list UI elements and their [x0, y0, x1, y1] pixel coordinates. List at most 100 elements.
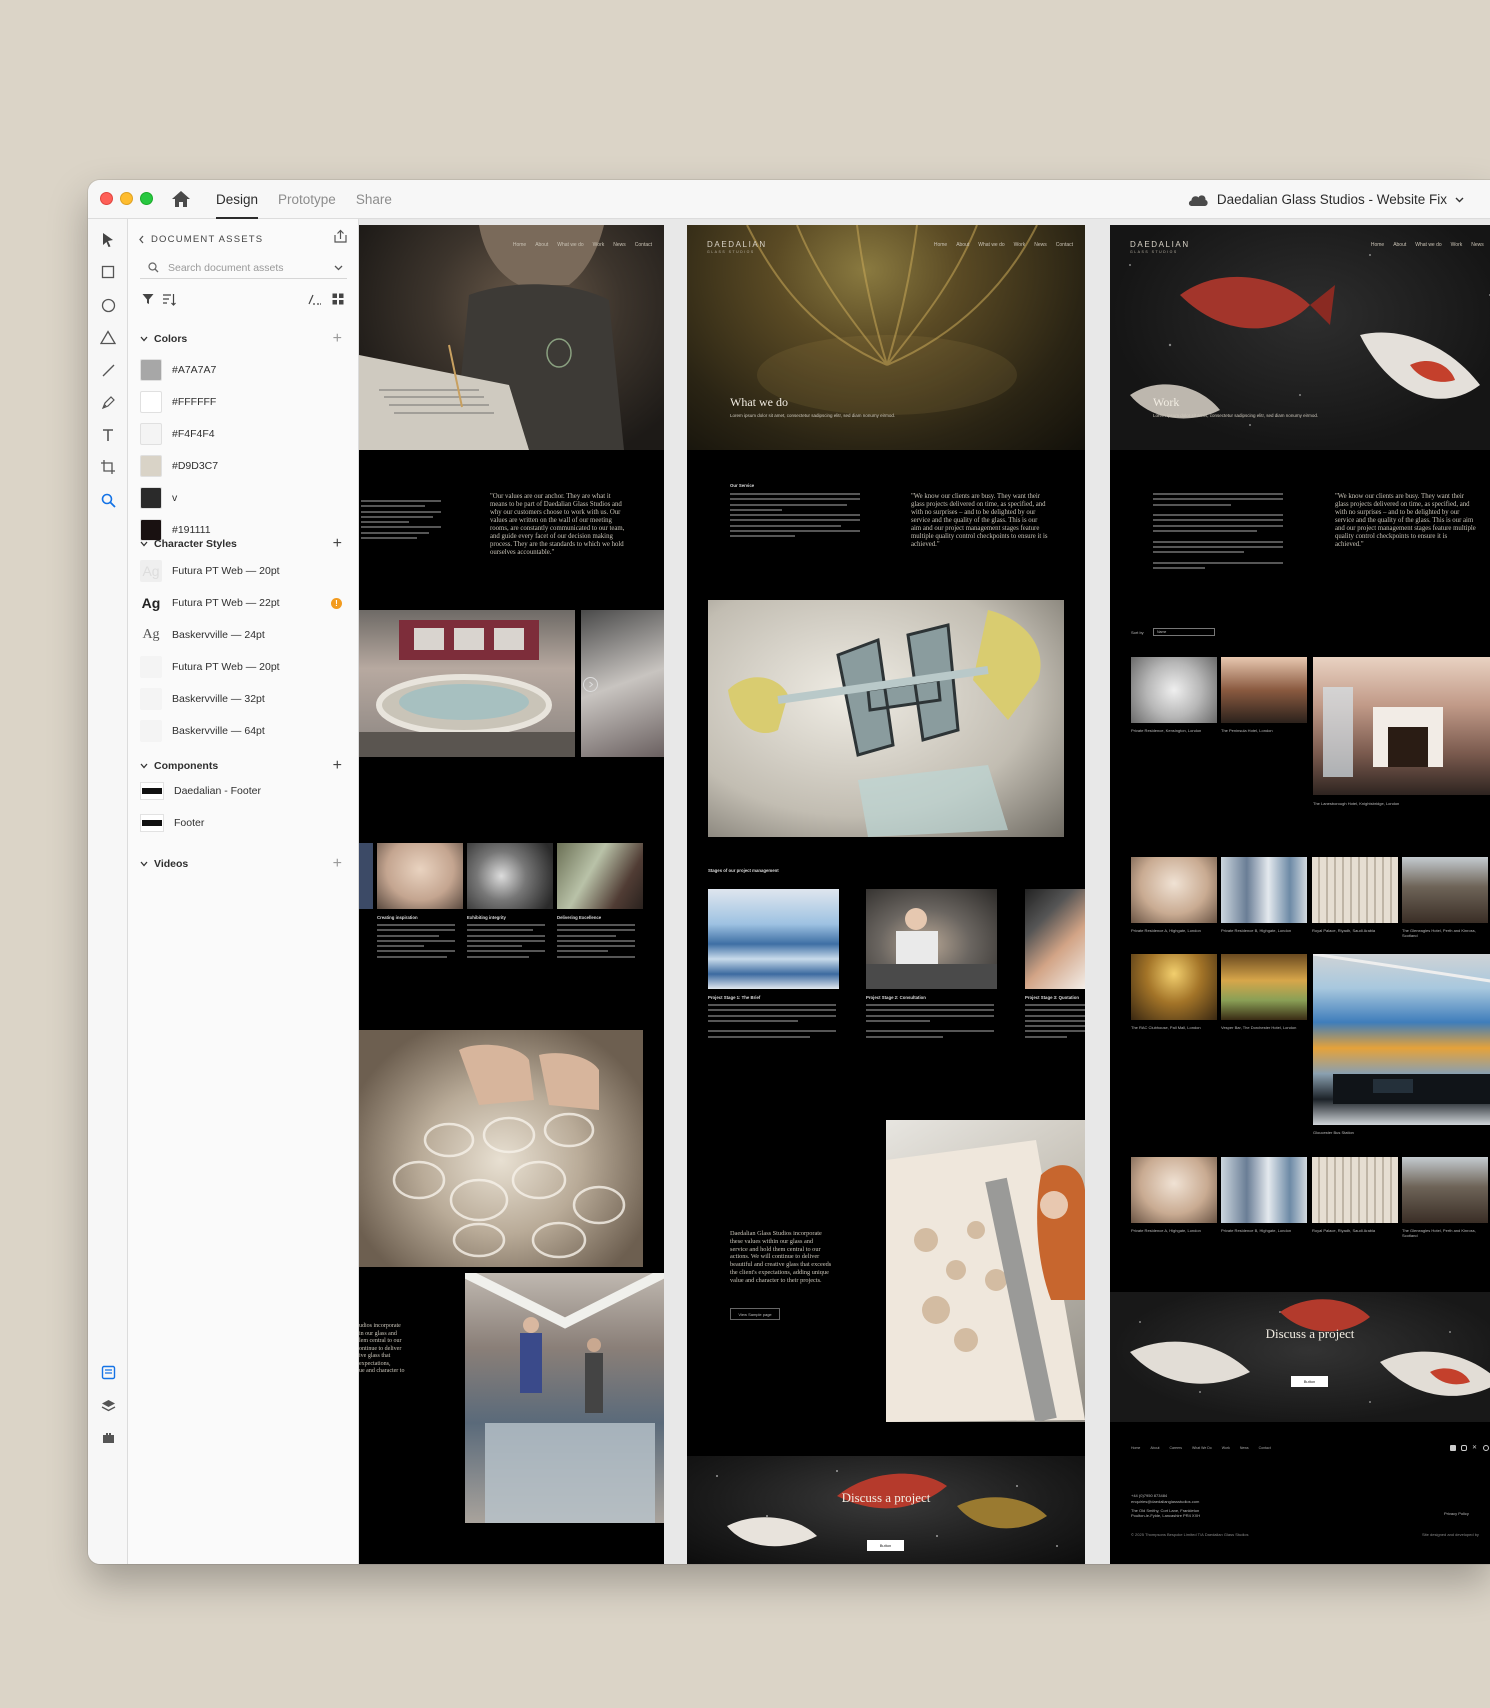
sort-icon[interactable]: [162, 293, 176, 306]
nav-home[interactable]: Home: [513, 242, 526, 248]
line-tool-icon[interactable]: [97, 359, 119, 381]
nav-work[interactable]: Work: [1014, 242, 1026, 248]
discuss-button[interactable]: Button: [1291, 1376, 1328, 1387]
nav-contact[interactable]: Contact: [635, 242, 652, 248]
tab-design[interactable]: Design: [206, 180, 268, 219]
tab-prototype[interactable]: Prototype: [268, 180, 346, 219]
pinterest-icon[interactable]: [1483, 1445, 1489, 1451]
project-thumb[interactable]: [1131, 657, 1217, 723]
nav-home[interactable]: Home: [934, 242, 947, 248]
sort-dropdown[interactable]: Name: [1153, 628, 1215, 636]
footer-nav-careers[interactable]: Careers: [1170, 1446, 1182, 1450]
ellipse-tool-icon[interactable]: [97, 294, 119, 316]
project-thumb-large[interactable]: [1313, 954, 1490, 1125]
color-swatch-item[interactable]: #D9D3C7: [140, 454, 348, 478]
add-character-style-button[interactable]: +: [333, 536, 342, 552]
character-style-item[interactable]: Baskervville — 32pt: [140, 687, 348, 711]
footer-phone[interactable]: +44 (0)7950 873484: [1131, 1493, 1167, 1498]
nav-what-we-do[interactable]: What we do: [978, 242, 1004, 248]
colors-section-header[interactable]: Colors +: [140, 331, 348, 347]
component-item[interactable]: Footer: [140, 811, 348, 835]
videos-section-header[interactable]: Videos +: [140, 856, 348, 872]
back-icon[interactable]: [138, 235, 145, 244]
character-style-item[interactable]: Ag Futura PT Web — 20pt: [140, 559, 348, 583]
project-thumb-large[interactable]: [1313, 657, 1490, 795]
artboard-work[interactable]: DAEDALIAN GLASS STUDIOS Home About What we …: [1110, 225, 1490, 1564]
character-style-item[interactable]: Futura PT Web — 20pt: [140, 655, 348, 679]
component-item[interactable]: Daedalian - Footer: [140, 779, 348, 803]
nav-what-we-do[interactable]: What we do: [1415, 242, 1441, 248]
pen-tool-icon[interactable]: [97, 391, 119, 413]
footer-nav-about[interactable]: About: [1150, 1446, 1159, 1450]
add-video-button[interactable]: +: [333, 856, 342, 872]
layers-icon[interactable]: [97, 1394, 119, 1416]
grid-view-icon[interactable]: [332, 293, 344, 305]
assets-panel-icon[interactable]: [97, 1361, 119, 1383]
minimize-window-button[interactable]: [120, 192, 133, 205]
nav-about[interactable]: About: [956, 242, 969, 248]
design-canvas[interactable]: Home About What we do Work News Contact "Our …: [359, 219, 1490, 1564]
close-window-button[interactable]: [100, 192, 113, 205]
add-color-button[interactable]: +: [333, 331, 342, 347]
select-tool-icon[interactable]: [97, 229, 119, 251]
project-thumb[interactable]: [1131, 1157, 1217, 1223]
search-input[interactable]: Search document assets: [140, 257, 347, 279]
document-title-menu[interactable]: Daedalian Glass Studios - Website Fix: [1187, 180, 1464, 219]
polygon-tool-icon[interactable]: [97, 326, 119, 348]
daedalian-logo[interactable]: DAEDALIAN GLASS STUDIOS: [707, 240, 767, 254]
add-component-button[interactable]: +: [333, 758, 342, 774]
plugins-icon[interactable]: [97, 1426, 119, 1448]
components-section-header[interactable]: Components +: [140, 758, 348, 774]
linkedin-icon[interactable]: [1450, 1445, 1456, 1451]
export-icon[interactable]: [333, 229, 348, 244]
home-icon[interactable]: [170, 189, 192, 209]
footer-email[interactable]: enquiries@daedalianglassstudios.com: [1131, 1499, 1199, 1504]
nav-what-we-do[interactable]: What we do: [557, 242, 583, 248]
color-swatch-item[interactable]: #F4F4F4: [140, 422, 348, 446]
nav-news[interactable]: News: [1471, 242, 1484, 248]
footer-nav-what-we-do[interactable]: What We Do: [1192, 1446, 1212, 1450]
project-thumb[interactable]: [1402, 1157, 1488, 1223]
character-style-item[interactable]: Ag Futura PT Web — 22pt!: [140, 591, 348, 615]
color-swatch-item[interactable]: #A7A7A7: [140, 358, 348, 382]
artboard-tool-icon[interactable]: [97, 456, 119, 478]
character-style-item[interactable]: Ag Baskervville — 24pt: [140, 623, 348, 647]
rectangle-tool-icon[interactable]: [97, 261, 119, 283]
list-view-icon[interactable]: [308, 294, 322, 305]
zoom-window-button[interactable]: [140, 192, 153, 205]
nav-news[interactable]: News: [1034, 242, 1047, 248]
project-thumb[interactable]: [1221, 657, 1307, 723]
text-tool-icon[interactable]: [97, 424, 119, 446]
project-thumb[interactable]: [1312, 1157, 1398, 1223]
zoom-tool-icon[interactable]: [97, 489, 119, 511]
nav-contact[interactable]: Contact: [1056, 242, 1073, 248]
footer-nav-home[interactable]: Home: [1131, 1446, 1140, 1450]
discuss-button[interactable]: Button: [867, 1540, 904, 1551]
nav-work[interactable]: Work: [1451, 242, 1463, 248]
color-swatch-item[interactable]: #FFFFFF: [140, 390, 348, 414]
instagram-icon[interactable]: [1461, 1445, 1467, 1451]
nav-about[interactable]: About: [1393, 242, 1406, 248]
artboard-values[interactable]: Home About What we do Work News Contact "Our …: [359, 225, 664, 1564]
project-thumb[interactable]: [1131, 857, 1217, 923]
project-thumb[interactable]: [1221, 954, 1307, 1020]
project-thumb[interactable]: [1131, 954, 1217, 1020]
footer-nav-contact[interactable]: Contact: [1259, 1446, 1271, 1450]
project-thumb[interactable]: [1402, 857, 1488, 923]
project-thumb[interactable]: [1221, 1157, 1307, 1223]
artboard-what-we-do[interactable]: DAEDALIAN GLASS STUDIOS Home About What we …: [687, 225, 1085, 1564]
color-swatch-item[interactable]: v: [140, 486, 348, 510]
footer-nav-news[interactable]: News: [1240, 1446, 1249, 1450]
footer-nav-work[interactable]: Work: [1222, 1446, 1230, 1450]
nav-about[interactable]: About: [535, 242, 548, 248]
project-thumb[interactable]: [1221, 857, 1307, 923]
project-thumb[interactable]: [1312, 857, 1398, 923]
nav-home[interactable]: Home: [1371, 242, 1384, 248]
nav-news[interactable]: News: [613, 242, 626, 248]
character-styles-section-header[interactable]: Character Styles +: [140, 536, 348, 552]
footer-privacy-link[interactable]: Privacy Policy: [1444, 1511, 1469, 1516]
carousel-next-button[interactable]: [583, 677, 598, 692]
tab-share[interactable]: Share: [346, 180, 402, 219]
view-sample-button[interactable]: View Sample page: [730, 1308, 780, 1320]
nav-work[interactable]: Work: [593, 242, 605, 248]
